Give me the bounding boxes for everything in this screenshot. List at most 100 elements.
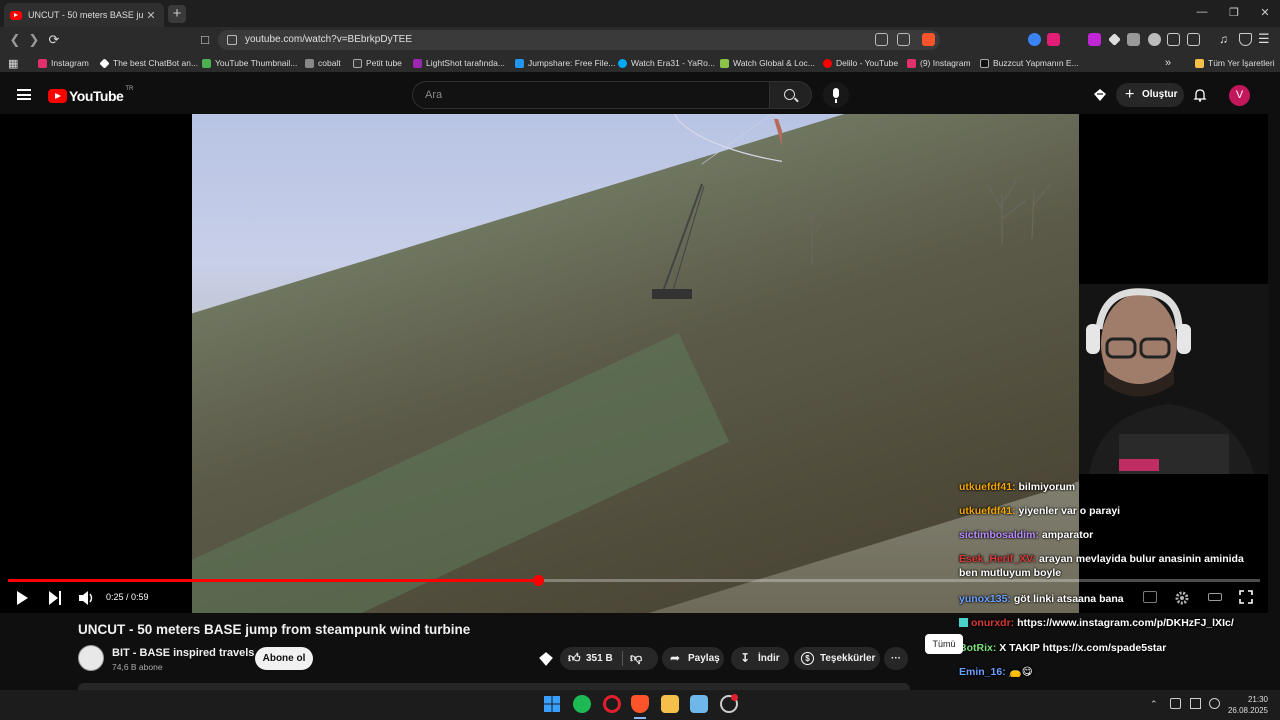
channel-avatar[interactable] <box>78 645 104 671</box>
bookmark-label: (9) Instagram <box>920 58 971 68</box>
bookmark-label: Delilo - YouTube <box>836 58 899 68</box>
bookmarks-overflow-icon[interactable]: » <box>1165 56 1171 70</box>
extension-icon-3[interactable] <box>1088 33 1101 46</box>
bookmark-favicon-icon <box>720 58 729 68</box>
brave-shield-icon[interactable] <box>922 33 935 46</box>
bookmark-item[interactable]: Watch Global & Loc... <box>720 56 815 70</box>
youtube-logo-text: YouTube <box>69 88 124 104</box>
extension-icon-6[interactable] <box>1148 33 1161 46</box>
chat-text: amparator <box>1041 529 1094 541</box>
bookmark-favicon-icon <box>353 58 362 68</box>
new-tab-button[interactable]: + <box>168 5 186 23</box>
bookmarks-bar: ▦ Instagram The best ChatBot an... YouTu… <box>0 53 1280 73</box>
create-button[interactable]: Oluştur <box>1116 83 1184 107</box>
subscribe-button[interactable]: Abone ol <box>255 647 313 670</box>
notifications-bell-icon[interactable] <box>1193 88 1207 102</box>
download-label: İndir <box>758 653 780 664</box>
dislike-icon[interactable]: 👎︎ <box>630 647 642 670</box>
channel-name[interactable]: BIT - BASE inspired travels <box>112 647 254 659</box>
video-frame <box>192 114 1079 613</box>
spotify-icon[interactable] <box>573 695 591 713</box>
extension-icon-5[interactable] <box>1127 33 1140 46</box>
brave-browser-icon[interactable] <box>631 695 649 713</box>
bookmark-favicon-icon <box>413 58 422 68</box>
chat-username: utkuefdf41 <box>959 505 1013 517</box>
bookmark-item[interactable]: The best ChatBot an... <box>99 56 198 70</box>
chat-message: sictimbosaldim: amparator <box>959 529 1094 541</box>
more-actions-button[interactable]: ··· <box>884 647 908 670</box>
bookmark-item[interactable]: Buzzcut Yapmanın E... <box>980 56 1079 70</box>
next-video-icon[interactable] <box>49 591 61 605</box>
bookmark-favicon-icon <box>907 58 916 68</box>
system-clock[interactable]: 21:30 26.08.2025 <box>1226 694 1268 716</box>
chat-message: utkuefdf41: yiyenler var o parayi <box>959 505 1121 517</box>
bookmark-item[interactable]: Delilo - YouTube <box>823 56 898 70</box>
browser-tab-active[interactable]: UNCUT - 50 meters BASE jump f ✕ <box>4 3 164 27</box>
bookmark-item[interactable]: LightShot tarafında... <box>413 56 505 70</box>
thanks-button[interactable]: $ Teşekkürler <box>794 647 880 670</box>
volume-icon[interactable] <box>78 590 94 606</box>
forward-icon[interactable]: ❯ <box>25 31 43 49</box>
bookmark-item[interactable]: (9) Instagram <box>907 56 971 70</box>
close-window-icon[interactable]: ✕ <box>1255 6 1275 19</box>
region-code: TR <box>125 86 134 92</box>
folder-icon <box>1195 58 1204 68</box>
all-bookmarks-folder[interactable]: Tüm Yer İşaretleri <box>1195 56 1275 70</box>
minimize-icon[interactable]: — <box>1192 6 1212 18</box>
tab-close-icon[interactable]: ✕ <box>144 9 158 22</box>
bookmark-item[interactable]: Instagram <box>38 56 89 70</box>
premium-diamond-icon[interactable] <box>1093 88 1107 102</box>
chat-message: Emin_16: 👝😋 <box>959 666 1033 678</box>
like-count[interactable]: 351 B <box>586 647 613 670</box>
like-icon[interactable]: 👍︎ <box>568 647 581 670</box>
windows-start-icon[interactable] <box>543 695 561 713</box>
chat-text: göt linki atsaana bana <box>1013 593 1124 605</box>
youtube-logo[interactable]: YouTube TR <box>48 86 134 104</box>
search-input[interactable]: Ara <box>412 81 770 109</box>
tray-chevron-icon[interactable]: ⌃ <box>1150 699 1158 710</box>
cast-icon[interactable] <box>875 33 888 46</box>
reload-icon[interactable]: ⟳ <box>45 31 63 49</box>
bookmark-icon[interactable]: □ <box>196 31 214 49</box>
music-icon[interactable]: ♫ <box>1219 33 1232 46</box>
network-icon[interactable] <box>1190 698 1201 709</box>
apps-grid-icon[interactable]: ▦ <box>8 56 18 70</box>
ai-sparkle-icon[interactable] <box>538 651 554 667</box>
chat-username: Emin_16 <box>959 666 1003 678</box>
shield-icon[interactable] <box>1239 33 1252 46</box>
bookmark-item[interactable]: YouTube Thumbnail... <box>202 56 297 70</box>
account-avatar[interactable]: V <box>1229 85 1250 106</box>
play-icon[interactable] <box>17 591 28 605</box>
speaker-icon[interactable] <box>1209 698 1220 709</box>
super-thanks-icon: $ <box>801 652 814 665</box>
guide-menu-icon[interactable] <box>17 89 31 100</box>
subscriber-count: 74,6 B abone <box>112 662 163 672</box>
search-button[interactable] <box>770 81 812 109</box>
extension-icon-2[interactable] <box>1047 33 1060 46</box>
extension-icon-4[interactable] <box>1108 33 1121 46</box>
site-settings-icon[interactable] <box>227 35 237 45</box>
file-explorer-icon[interactable] <box>661 695 679 713</box>
download-button[interactable]: ↧ İndir <box>731 647 789 670</box>
back-icon[interactable]: ❮ <box>6 31 24 49</box>
bookmark-label: LightShot tarafında... <box>426 58 505 68</box>
bookmark-item[interactable]: Watch Era31 - YaRo... <box>618 56 715 70</box>
tray-icon[interactable] <box>1170 698 1181 709</box>
restore-icon[interactable]: ❐ <box>1224 6 1244 19</box>
extensions-puzzle-icon[interactable] <box>1167 33 1180 46</box>
sidebar-icon[interactable] <box>1187 33 1200 46</box>
extension-icon-1[interactable] <box>1028 33 1041 46</box>
bookmark-item[interactable]: Petit tube <box>353 56 402 70</box>
screen-capture-icon[interactable] <box>690 695 708 713</box>
bookmark-item[interactable]: Jumpshare: Free File... <box>515 56 615 70</box>
chat-message: utkuefdf41: bilmiyorum <box>959 481 1076 493</box>
bookmark-favicon-icon <box>38 58 47 68</box>
url-bar[interactable]: youtube.com/watch?v=BEbrkpDyTEE <box>218 30 940 50</box>
bookmark-favicon-icon <box>305 58 314 68</box>
bookmark-item[interactable]: cobalt <box>305 56 341 70</box>
share-page-icon[interactable] <box>897 33 910 46</box>
menu-icon[interactable]: ☰ <box>1258 32 1271 46</box>
voice-search-button[interactable] <box>823 82 849 108</box>
share-button[interactable]: ➦ Paylaş <box>662 647 724 670</box>
opera-icon[interactable] <box>603 695 621 713</box>
